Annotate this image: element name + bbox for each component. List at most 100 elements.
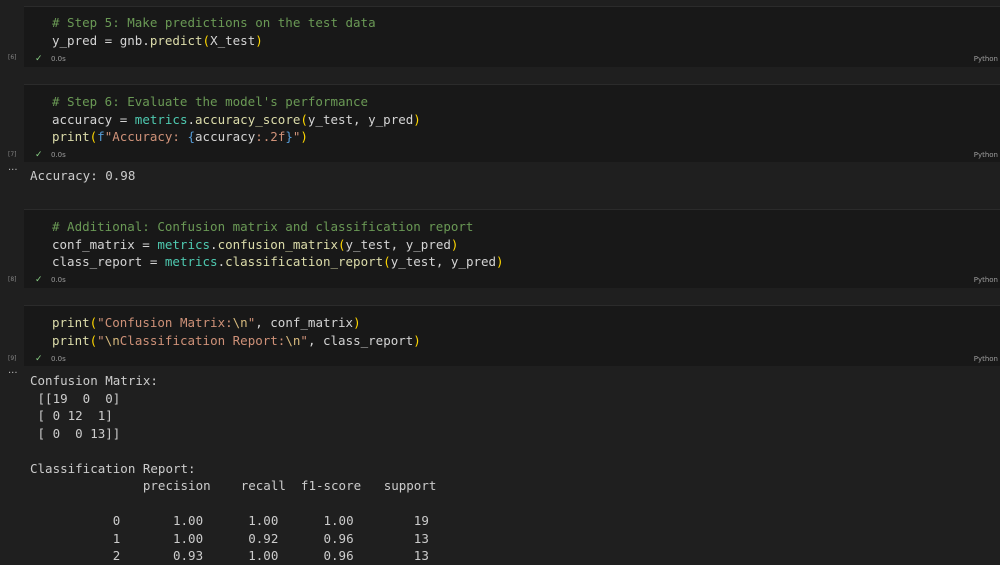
code-token: print: [52, 315, 90, 330]
cell-status-bar: ✓ 0.0s Python: [24, 353, 1000, 367]
code-token: (: [338, 236, 346, 252]
output-line: Classification Report:: [30, 460, 196, 476]
code-token: X_test: [210, 32, 256, 48]
code-token: Classification Report:: [119, 332, 286, 348]
code-cell-8[interactable]: # Additional: Confusion matrix and class…: [24, 209, 1000, 288]
code-token: classification_report: [225, 254, 384, 269]
language-label[interactable]: Python: [974, 355, 998, 363]
code-token: predict: [149, 32, 203, 48]
code-line[interactable]: # Step 5: Make predictions on the test d…: [52, 14, 1000, 32]
code-token: .: [187, 111, 196, 127]
code-token: ": [300, 332, 308, 348]
code-token: {: [187, 129, 196, 144]
execution-count: [7]: [8, 151, 17, 158]
code-token: (: [383, 254, 391, 269]
code-token: y_pred = gnb.: [52, 32, 150, 48]
code-line[interactable]: conf_matrix = metrics.confusion_matrix(y…: [52, 236, 1000, 254]
code-token: \n: [104, 332, 120, 348]
code-token: class_report =: [52, 254, 165, 269]
code-token: (: [202, 32, 211, 48]
execution-time: 0.0s: [51, 55, 66, 63]
execution-time: 0.0s: [51, 151, 66, 159]
execution-time: 0.0s: [51, 276, 66, 284]
success-check-icon: ✓: [35, 275, 43, 285]
language-label[interactable]: Python: [974, 55, 998, 63]
code-token: print: [52, 332, 90, 348]
success-check-icon: ✓: [35, 54, 43, 64]
code-token: ): [413, 111, 421, 127]
code-token: (: [300, 111, 308, 127]
cell-code[interactable]: print("Confusion Matrix:\n", conf_matrix…: [24, 306, 1000, 349]
code-token: :.2f: [255, 129, 286, 144]
code-token: f: [97, 129, 105, 144]
code-token: }: [285, 129, 293, 144]
code-token: y_test, y_pred: [390, 254, 497, 269]
code-token: print: [52, 129, 90, 144]
code-token: accuracy =: [52, 111, 135, 127]
code-cell-7[interactable]: # Step 6: Evaluate the model's performan…: [24, 84, 1000, 162]
code-token: .: [210, 236, 218, 252]
language-label[interactable]: Python: [974, 276, 998, 284]
code-cell-9[interactable]: print("Confusion Matrix:\n", conf_matrix…: [24, 305, 1000, 366]
code-token: ): [255, 32, 263, 48]
code-token: \n: [232, 315, 248, 330]
language-label[interactable]: Python: [974, 151, 998, 159]
cell-status-bar: ✓ 0.0s Python: [24, 274, 1000, 288]
output-line: Confusion Matrix:: [30, 373, 158, 388]
code-token: y_test, y_pred: [345, 236, 451, 252]
cell-code[interactable]: # Step 5: Make predictions on the test d…: [24, 7, 1000, 49]
cell-output: Accuracy: 0.98: [30, 167, 135, 185]
output-line: [ 0 12 1]: [30, 408, 113, 423]
output-line: 2 0.93 1.00 0.96 13: [30, 548, 429, 563]
code-line[interactable]: class_report = metrics.classification_re…: [52, 253, 1000, 271]
code-line[interactable]: print("\nClassification Report:\n", clas…: [52, 332, 1000, 350]
code-token: accuracy: [195, 129, 256, 144]
code-token: ": [97, 332, 105, 348]
code-token: y_test, y_pred: [307, 111, 414, 127]
code-token: # Step 6: Evaluate the model's performan…: [52, 94, 369, 109]
success-check-icon: ✓: [35, 354, 43, 364]
output-line: precision recall f1-score support: [30, 478, 437, 493]
code-token: metrics: [164, 254, 218, 269]
code-token: "Accuracy:: [104, 129, 188, 144]
code-line[interactable]: # Step 6: Evaluate the model's performan…: [52, 93, 1000, 111]
code-line[interactable]: print("Confusion Matrix:\n", conf_matrix…: [52, 314, 1000, 332]
cell-status-bar: ✓ 0.0s Python: [24, 53, 1000, 67]
code-token: , class_report: [307, 332, 414, 348]
cell-code[interactable]: # Additional: Confusion matrix and class…: [24, 210, 1000, 271]
code-token: ): [413, 332, 421, 348]
code-cell-6[interactable]: # Step 5: Make predictions on the test d…: [24, 6, 1000, 67]
code-token: ): [496, 254, 504, 269]
code-line[interactable]: accuracy = metrics.accuracy_score(y_test…: [52, 111, 1000, 129]
execution-count: [6]: [8, 54, 17, 61]
code-token: confusion_matrix: [217, 236, 338, 252]
execution-time: 0.0s: [51, 355, 66, 363]
code-line[interactable]: # Additional: Confusion matrix and class…: [52, 218, 1000, 236]
code-line[interactable]: y_pred = gnb.predict(X_test): [52, 32, 1000, 50]
cell-code[interactable]: # Step 6: Evaluate the model's performan…: [24, 85, 1000, 146]
output-line: [[19 0 0]: [30, 390, 121, 406]
code-token: # Step 5: Make predictions on the test d…: [52, 15, 376, 30]
code-token: ): [300, 129, 308, 144]
execution-count: [8]: [8, 276, 17, 283]
code-token: ): [450, 236, 459, 252]
execution-count: [9]: [8, 355, 17, 362]
code-token: conf_matrix =: [52, 236, 158, 252]
code-token: metrics: [134, 111, 188, 127]
code-token: "Confusion Matrix:: [97, 315, 233, 330]
output-actions-icon[interactable]: ···: [8, 165, 18, 176]
code-token: # Additional: Confusion matrix and class…: [52, 219, 474, 234]
code-token: accuracy_score: [195, 111, 301, 127]
code-token: , conf_matrix: [255, 315, 354, 330]
cell-status-bar: ✓ 0.0s Python: [24, 149, 1000, 163]
code-token: ): [353, 315, 361, 330]
code-token: \n: [285, 332, 301, 348]
output-actions-icon[interactable]: ···: [8, 368, 18, 379]
success-check-icon: ✓: [35, 150, 43, 160]
code-token: metrics: [157, 236, 211, 252]
output-line: Accuracy: 0.98: [30, 168, 136, 183]
code-line[interactable]: print(f"Accuracy: {accuracy:.2f}"): [52, 128, 1000, 146]
output-line: 1 1.00 0.92 0.96 13: [30, 530, 429, 546]
